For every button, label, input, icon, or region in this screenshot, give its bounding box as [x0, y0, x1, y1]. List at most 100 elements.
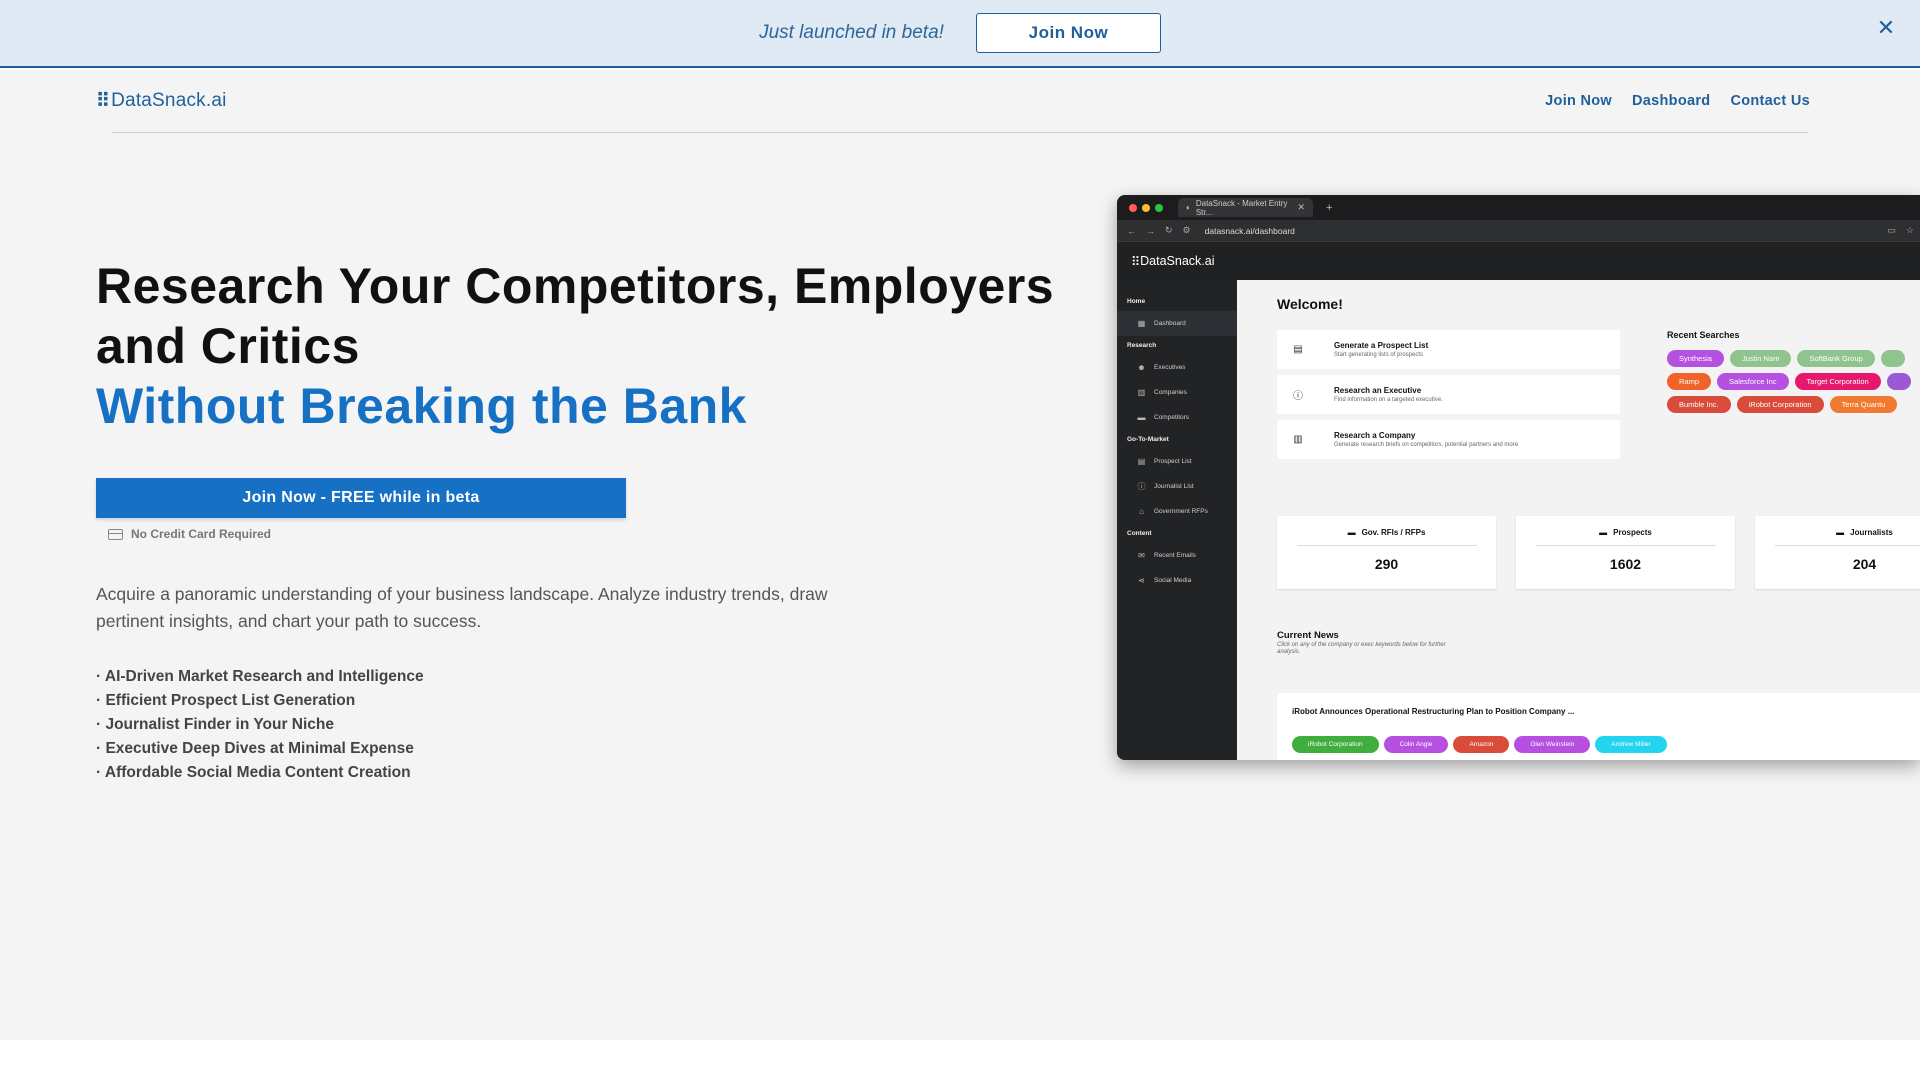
- recent-searches-title: Recent Searches: [1667, 330, 1740, 340]
- stat-value: 204: [1852, 556, 1877, 572]
- hero: Research Your Competitors, Employers and…: [96, 256, 1056, 785]
- recent-searches: Synthesia Justin Nam SoftBank Group Ramp Sal…: [1667, 350, 1920, 413]
- app-logo: DataSnack.ai: [1140, 254, 1215, 268]
- action-research-executive: ⓘ Research an Executive Find information …: [1277, 375, 1620, 414]
- sidebar-item-recent-emails: ✉ Recent Emails: [1138, 551, 1196, 560]
- share-icon: ⋖: [1138, 576, 1145, 585]
- sidebar-item-competitors: ▬ Competitors: [1137, 413, 1190, 422]
- feature-item: · Efficient Prospect List Generation: [96, 692, 356, 709]
- sidebar-item-companies: ▥ Companies: [1137, 388, 1187, 397]
- close-icon[interactable]: ✕: [1872, 14, 1900, 42]
- sidebar-section-research: Research: [1127, 342, 1157, 349]
- hero-title-line2: and Critics: [96, 318, 360, 374]
- browser-tabbar: ◐ DataSnack - Market Entry Str... ✕ +: [1117, 195, 1920, 220]
- action-research-company: ▥ Research a Company Generate research br…: [1277, 420, 1620, 459]
- recent-tag: Justin Nam: [1729, 350, 1792, 367]
- recent-tag: [1886, 373, 1911, 390]
- sidebar-item-dashboard: ▦ Dashboard: [1117, 311, 1237, 336]
- app-header: ⠿ DataSnack.ai: [1117, 242, 1920, 280]
- feature-list: · AI-Driven Market Research and Intellig…: [96, 665, 1056, 785]
- recent-tag: iRobot Corporation: [1736, 396, 1824, 413]
- feature-item: · Executive Deep Dives at Minimal Expens…: [96, 740, 414, 757]
- logo-mark: ⠿: [96, 90, 111, 112]
- page-bottom: [0, 1040, 1920, 1080]
- nav-divider: [112, 132, 1808, 133]
- news-card: iRobot Announces Operational Restructuri…: [1277, 693, 1920, 760]
- banner-text: Just launched in beta!: [759, 22, 944, 43]
- news-tag: iRobot Corporation: [1292, 736, 1379, 753]
- people-icon: ☻: [1137, 363, 1146, 372]
- stat-value: 1602: [1609, 556, 1642, 572]
- banner-join-button[interactable]: Join Now: [975, 13, 1161, 53]
- feature-item: · Affordable Social Media Content Creati…: [96, 764, 411, 781]
- list-icon: ▤: [1293, 344, 1303, 355]
- tab-close-icon: ✕: [1297, 202, 1305, 212]
- sidebar-section-content: Content: [1127, 530, 1152, 537]
- recent-tag: Ramp: [1667, 373, 1712, 390]
- sidebar-item-executives: ☻ Executives: [1137, 363, 1186, 372]
- recent-tag: Bumble Inc.: [1667, 396, 1731, 413]
- printer-icon: ▬: [1347, 528, 1356, 537]
- news-tag: Colin Angle: [1383, 736, 1449, 753]
- sidebar-item-government-rfps: ⌂ Government RFPs: [1117, 499, 1237, 524]
- window-zoom-dot: [1155, 203, 1163, 212]
- url-text: datasnack.ai/dashboard: [1204, 225, 1295, 236]
- no-credit-card-note: No Credit Card Required: [108, 527, 1056, 541]
- recent-tag: Terra Quantu: [1829, 396, 1898, 413]
- app-main: Welcome! ▤ Generate a Prospect List Start…: [1237, 280, 1920, 760]
- sidebar-section-gtm: Go-To-Market: [1127, 436, 1169, 443]
- forward-icon: →: [1146, 225, 1155, 236]
- window-minimize-dot: [1142, 203, 1150, 212]
- tab-title: DataSnack - Market Entry Str...: [1195, 198, 1288, 217]
- logo-text: DataSnack.ai: [111, 90, 227, 111]
- join-free-button[interactable]: Join Now - FREE while in beta: [96, 478, 626, 518]
- current-news-hint: Click on any of the company or exec keyw…: [1277, 642, 1446, 655]
- news-tag: Andrew Miller: [1595, 736, 1667, 753]
- nav-link-contact-us[interactable]: Contact Us: [1730, 93, 1810, 109]
- nav-links: Join Now Dashboard Contact Us: [1545, 93, 1810, 109]
- recent-tag: Target Corporation: [1794, 373, 1881, 390]
- back-icon: ←: [1127, 225, 1136, 236]
- stat-card-rfps: ▬ Gov. RFIs / RFPs 290: [1277, 516, 1496, 589]
- recent-tag: Synthesia: [1667, 350, 1724, 367]
- building-icon: ▥: [1293, 434, 1303, 445]
- recent-tag: Salesforce Inc: [1717, 373, 1789, 390]
- hero-title: Research Your Competitors, Employers and…: [96, 256, 1056, 436]
- no-credit-card-text: No Credit Card Required: [131, 527, 272, 541]
- dashboard-preview: ◐ DataSnack - Market Entry Str... ✕ + ← …: [1117, 195, 1920, 760]
- info-icon: ⓘ: [1293, 391, 1303, 402]
- dashboard-icon: ▦: [1137, 319, 1146, 328]
- nav-link-join-now[interactable]: Join Now: [1545, 93, 1612, 109]
- reload-icon: ↻: [1165, 225, 1173, 235]
- hero-title-accent: Without Breaking the Bank: [96, 378, 747, 434]
- nav-link-dashboard[interactable]: Dashboard: [1632, 93, 1710, 109]
- sidebar-item-journalist-list: ⓘ Journalist List: [1137, 482, 1194, 491]
- news-tag: Glen Weinstein: [1514, 736, 1591, 753]
- folder-icon: ▬: [1137, 413, 1146, 422]
- hero-title-line1: Research Your Competitors, Employers: [96, 258, 1055, 314]
- news-tag: Amazon: [1453, 736, 1510, 753]
- app-sidebar: Home ▦ Dashboard Research ☻ Executives ▥ Co…: [1117, 280, 1237, 760]
- app-logo-mark: ⠿: [1131, 254, 1141, 269]
- window-close-dot: [1129, 203, 1137, 212]
- feature-item: · Journalist Finder in Your Niche: [96, 716, 334, 733]
- browser-tab: ◐ DataSnack - Market Entry Str... ✕: [1178, 198, 1313, 217]
- hero-description: Acquire a panoramic understanding of you…: [96, 584, 828, 631]
- info-icon: ⓘ: [1137, 482, 1146, 491]
- sidebar-section-home: Home: [1127, 298, 1146, 305]
- site-settings-icon: ⚙: [1182, 225, 1191, 235]
- welcome-heading: Welcome!: [1277, 296, 1343, 312]
- recent-tag: SoftBank Group: [1797, 350, 1875, 367]
- top-nav: ⠿ DataSnack.ai Join Now Dashboard Contac…: [96, 70, 1824, 132]
- current-news-title: Current News: [1277, 630, 1339, 641]
- cast-icon: ▭: [1887, 225, 1896, 235]
- printer-icon: ▬: [1836, 528, 1845, 537]
- printer-icon: ▬: [1599, 528, 1608, 537]
- bookmark-star-icon: ☆: [1905, 225, 1914, 235]
- action-generate-prospect-list: ▤ Generate a Prospect List Start generati…: [1277, 330, 1620, 369]
- new-tab-icon: +: [1326, 201, 1333, 214]
- recent-tag: [1880, 350, 1905, 367]
- stat-card-journalists: ▬ Journalists 204: [1755, 516, 1920, 589]
- logo[interactable]: ⠿ DataSnack.ai: [96, 90, 227, 113]
- announcement-banner: Just launched in beta! Join Now ✕: [0, 0, 1920, 68]
